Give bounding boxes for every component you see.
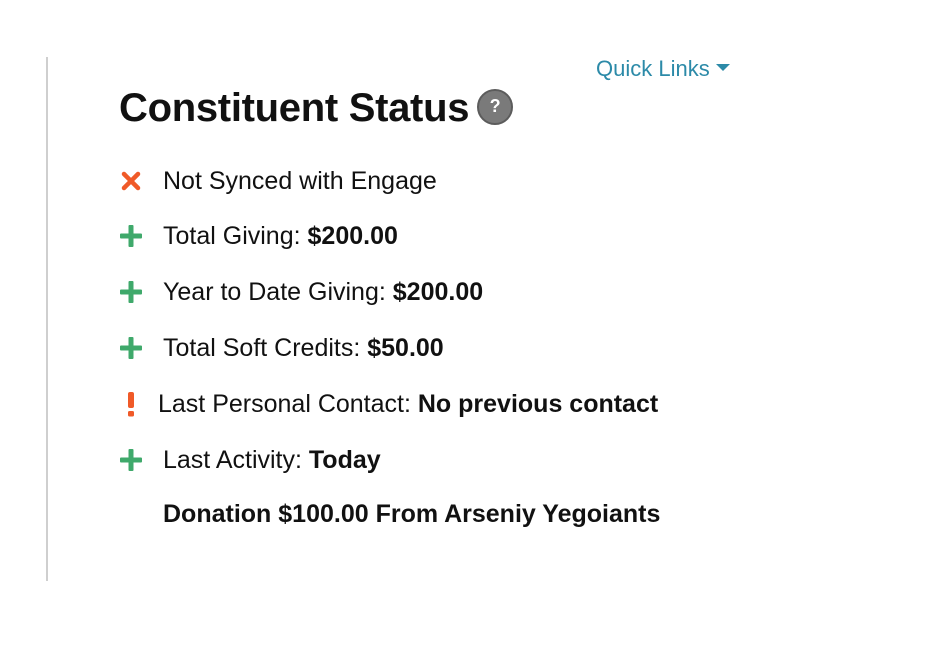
plus-icon: [117, 334, 145, 362]
status-value: $50.00: [367, 333, 444, 362]
status-value: No previous contact: [417, 389, 659, 418]
status-item-last-contact: Last Personal Contact: No previous conta…: [117, 388, 658, 420]
exclamation-icon: [117, 390, 145, 418]
status-item-total-giving: Total Giving: $200.00: [117, 220, 398, 252]
help-icon[interactable]: ?: [477, 88, 514, 125]
last-activity-detail: Donation $100.00 From Arseniy Yegoiants: [163, 500, 661, 528]
status-label: Total Giving:: [163, 221, 308, 250]
status-item-ytd-giving: Year to Date Giving: $200.00: [117, 276, 483, 308]
page-title: Constituent Status: [119, 86, 470, 130]
quick-links-label[interactable]: Quick Links: [596, 56, 710, 82]
status-item-text: Last Activity: Today: [163, 446, 381, 475]
plus-icon: [117, 446, 145, 474]
status-item-text: Total Soft Credits: $50.00: [163, 334, 444, 363]
status-value: $200.00: [307, 221, 398, 250]
left-divider: [46, 57, 48, 581]
x-icon: [117, 167, 145, 195]
status-label: Last Activity:: [163, 445, 309, 474]
quick-links-dropdown[interactable]: Quick Links: [596, 56, 730, 82]
page-title-row: Constituent Status ?: [119, 86, 514, 131]
plus-icon: [117, 222, 145, 250]
status-value: $200.00: [392, 277, 484, 306]
plus-icon: [117, 278, 145, 306]
status-label: Total Soft Credits:: [163, 333, 368, 362]
caret-down-icon[interactable]: [715, 63, 730, 71]
status-item-soft-credits: Total Soft Credits: $50.00: [117, 332, 444, 364]
status-item-text: Last Personal Contact: No previous conta…: [158, 390, 658, 419]
status-label: Not Synced with Engage: [163, 166, 437, 195]
status-label: Year to Date Giving:: [163, 277, 393, 306]
status-item-sync: Not Synced with Engage: [117, 165, 437, 197]
status-value: Today: [308, 445, 381, 474]
help-glyph[interactable]: ?: [490, 96, 501, 117]
status-item-text: Not Synced with Engage: [163, 167, 437, 196]
status-label: Last Personal Contact:: [158, 389, 418, 418]
status-item-text: Year to Date Giving: $200.00: [163, 278, 483, 307]
status-item-last-activity: Last Activity: Today: [117, 444, 381, 476]
status-item-text: Total Giving: $200.00: [163, 222, 398, 251]
